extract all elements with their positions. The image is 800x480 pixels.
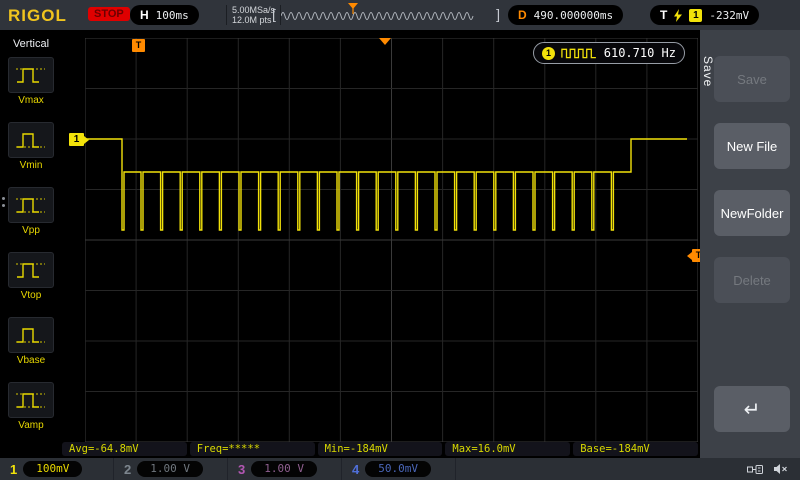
measurement-bar: Avg=-64.8mVFreq=*****Min=-184mVMax=16.0m…: [62, 442, 698, 456]
measurement-readout: Min=-184mV: [318, 442, 443, 456]
memory-wave-svg: [281, 10, 489, 22]
trigger-flash-icon: [674, 9, 682, 22]
t-label: T: [660, 8, 667, 22]
channel-scale: 1.00 V: [137, 461, 203, 477]
channel-1-marker[interactable]: 1: [69, 133, 84, 146]
h-label: H: [140, 8, 149, 22]
vpp-icon: [8, 187, 54, 223]
return-arrow-icon: ↵: [744, 397, 761, 422]
menu-button-new-file[interactable]: New File: [714, 123, 790, 169]
sidebar-item-vtop[interactable]: Vtop: [8, 252, 54, 301]
sidebar-item-label: Vmax: [18, 95, 44, 106]
right-menu-title: Save: [701, 56, 715, 87]
vtop-icon: [8, 252, 54, 288]
timebase-value: 100ms: [156, 9, 189, 22]
pulse-wave-icon: [561, 47, 598, 59]
channel-2-status: 2 1.00 V: [114, 458, 228, 480]
trigger-source-badge: 1: [689, 9, 702, 22]
sidebar-item-vbase[interactable]: Vbase: [8, 317, 54, 366]
channel-scale: 50.0mV: [365, 461, 431, 477]
menu-button-save[interactable]: Save: [714, 56, 790, 102]
channel-number: 4: [352, 462, 359, 477]
run-status-badge: STOP: [88, 7, 130, 21]
channel-number: 1: [10, 462, 17, 477]
left-menu-title: Vertical: [0, 30, 62, 50]
left-menu: Vertical Vmax Vmin Vpp Vtop Vbase Vamp: [0, 30, 62, 458]
waveform-display: 1 T T 1 610.710 Hz Avg=-64.8mVFreq=*****…: [62, 30, 700, 458]
measurement-readout: Base=-184mV: [573, 442, 698, 456]
back-button[interactable]: ↵: [714, 386, 790, 432]
measurement-readout: Max=16.0mV: [445, 442, 570, 456]
memory-window-left-bracket: [: [272, 6, 276, 22]
sidebar-item-label: Vpp: [22, 225, 40, 236]
trigger-delay-readout: D 490.000000ms: [508, 5, 623, 25]
sidebar-item-vamp[interactable]: Vamp: [8, 382, 54, 431]
horizontal-timebase-readout: H 100ms: [130, 5, 199, 25]
trigger-delay-value: 490.000000ms: [534, 9, 613, 22]
right-menu: Save Save New File NewFolder Delete ↵: [700, 30, 800, 458]
vamp-icon: [8, 382, 54, 418]
sidebar-item-vmin[interactable]: Vmin: [8, 122, 54, 171]
frequency-counter: 1 610.710 Hz: [533, 42, 685, 64]
menu-button-newfolder[interactable]: NewFolder: [714, 190, 790, 236]
channel-3-status: 3 1.00 V: [228, 458, 342, 480]
menu-page-indicator: [2, 197, 5, 211]
trigger-level-value: -232mV: [709, 9, 749, 22]
sidebar-item-label: Vmin: [20, 160, 43, 171]
channel-bar-blocks: 1 100mV 2 1.00 V 3 1.00 V 4 50.0mV: [0, 458, 456, 480]
usb-icon: [747, 464, 763, 475]
vbase-icon: [8, 317, 54, 353]
vmax-icon: [8, 57, 54, 93]
status-icons: [747, 463, 800, 475]
trigger-position-flag[interactable]: T: [132, 39, 145, 52]
sample-rate: 5.00MSa/s: [232, 5, 275, 15]
channel-1-status: 1 100mV: [0, 458, 114, 480]
trigger-position-triangle-icon: [379, 38, 391, 45]
speaker-muted-icon: [773, 463, 788, 475]
memory-trigger-marker-icon: [348, 3, 358, 15]
oscilloscope-screen: { "brand": "RIGOL", "top_bar": { "run_st…: [0, 0, 800, 480]
measurement-readout: Freq=*****: [190, 442, 315, 456]
right-menu-buttons: Save New File NewFolder Delete: [714, 56, 790, 303]
main-region: Vertical Vmax Vmin Vpp Vtop Vbase Vamp 1 T T …: [0, 30, 800, 458]
frequency-counter-value: 610.710 Hz: [604, 46, 676, 60]
measurement-readout: Avg=-64.8mV: [62, 442, 187, 456]
channel-scale: 1.00 V: [251, 461, 317, 477]
channel-status-bar: 1 100mV 2 1.00 V 3 1.00 V 4 50.0mV: [0, 458, 800, 480]
sidebar-item-label: Vamp: [18, 420, 43, 431]
d-label: D: [518, 8, 527, 22]
sidebar-item-label: Vtop: [21, 290, 42, 301]
top-status-bar: RIGOL STOP H 100ms 5.00MSa/s 12.0M pts […: [0, 0, 800, 30]
sidebar-item-label: Vbase: [17, 355, 45, 366]
frequency-counter-channel-badge: 1: [542, 47, 555, 60]
menu-button-delete[interactable]: Delete: [714, 257, 790, 303]
grid-svg: [85, 38, 698, 442]
trigger-info-readout: T 1 -232mV: [650, 5, 759, 25]
channel-4-status: 4 50.0mV: [342, 458, 456, 480]
left-menu-items: Vmax Vmin Vpp Vtop Vbase Vamp: [0, 57, 62, 431]
channel-scale: 100mV: [23, 461, 82, 477]
sidebar-item-vpp[interactable]: Vpp: [8, 187, 54, 236]
channel-number: 2: [124, 462, 131, 477]
memory-position-strip[interactable]: [ ]: [272, 7, 500, 23]
rigol-logo: RIGOL: [8, 6, 67, 26]
vmin-icon: [8, 122, 54, 158]
channel-number: 3: [238, 462, 245, 477]
memory-depth: 12.0M pts: [232, 15, 275, 25]
sidebar-item-vmax[interactable]: Vmax: [8, 57, 54, 106]
memory-window-right-bracket: ]: [496, 6, 500, 22]
